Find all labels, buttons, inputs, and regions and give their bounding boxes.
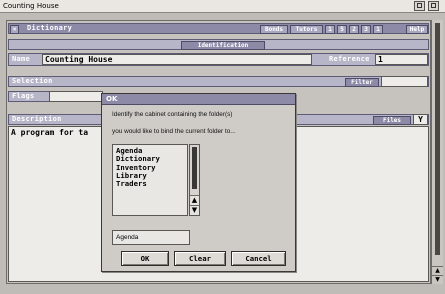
help-button[interactable]: Help xyxy=(406,25,428,34)
cabinet-entry-field[interactable]: Agenda xyxy=(112,230,190,245)
vertical-scrollbar[interactable]: ▲ ▼ xyxy=(431,20,443,284)
selection-label: Selection xyxy=(12,77,53,85)
scroll-thumb[interactable] xyxy=(435,23,440,255)
name-row: Name Counting House Reference 1 xyxy=(8,53,429,66)
reference-field[interactable]: 1 xyxy=(375,54,428,65)
zoom-icon xyxy=(417,3,422,8)
list-item[interactable]: Traders xyxy=(116,179,160,188)
tutors-button[interactable]: Tutors xyxy=(290,25,323,34)
toolbar: × Dictionary Bonds Tutors 1 5 2 3 1 Help xyxy=(8,23,429,34)
page-button-3[interactable]: 2 xyxy=(349,25,359,34)
clear-button[interactable]: Clear xyxy=(174,251,226,266)
page-button-1[interactable]: 1 xyxy=(325,25,335,34)
list-scroll-up-icon[interactable]: ▲ xyxy=(190,195,199,205)
dialog-title: OK xyxy=(106,95,118,103)
depth-button[interactable] xyxy=(428,1,439,11)
close-icon: × xyxy=(12,26,17,33)
zoom-button[interactable] xyxy=(414,1,425,11)
description-label: Description xyxy=(12,115,62,123)
flags-label: Flags xyxy=(12,92,35,100)
scroll-down-icon[interactable]: ▼ xyxy=(432,275,443,284)
cabinet-list[interactable]: Agenda Dictionary Inventory Library Trad… xyxy=(112,144,188,216)
files-button[interactable]: Files xyxy=(373,116,411,125)
list-scroll-down-icon[interactable]: ▼ xyxy=(190,205,199,215)
dictionary-label[interactable]: Dictionary xyxy=(27,24,72,32)
flags-row: Flags xyxy=(8,91,103,102)
bonds-button[interactable]: Bonds xyxy=(260,25,288,34)
filter-field[interactable] xyxy=(381,76,428,87)
dialog-title-bar[interactable]: OK xyxy=(102,94,295,105)
title-bar: Counting House xyxy=(0,0,445,13)
page-button-5[interactable]: 1 xyxy=(373,25,383,34)
page-button-2[interactable]: 5 xyxy=(337,25,347,34)
identification-header: Identification xyxy=(181,41,265,50)
depth-icon xyxy=(431,3,436,8)
name-label: Name xyxy=(12,55,31,63)
cabinet-list-scrollbar[interactable]: ▲ ▼ xyxy=(189,144,200,216)
files-field[interactable]: Y xyxy=(413,114,428,125)
dialog-message-line1: Identify the cabinet containing the fold… xyxy=(112,111,233,118)
selection-row: Selection Filter xyxy=(8,76,429,87)
window-title: Counting House xyxy=(3,2,59,10)
name-field[interactable]: Counting House xyxy=(42,54,312,65)
page-button-4[interactable]: 3 xyxy=(361,25,371,34)
cancel-button[interactable]: Cancel xyxy=(231,251,286,266)
scroll-up-icon[interactable]: ▲ xyxy=(432,266,443,275)
bind-folder-dialog: OK Identify the cabinet containing the f… xyxy=(101,93,296,272)
identification-row: Identification xyxy=(8,39,429,50)
filter-button[interactable]: Filter xyxy=(345,78,379,87)
flags-field[interactable] xyxy=(49,91,103,102)
reference-label: Reference xyxy=(329,55,370,63)
ok-button[interactable]: OK xyxy=(121,251,169,266)
description-text: A program for ta xyxy=(11,128,89,137)
screen: Counting House × Dictionary Bonds Tutors… xyxy=(0,0,445,294)
dialog-message-line2: you would like to bind the current folde… xyxy=(112,128,236,135)
list-scroll-thumb[interactable] xyxy=(192,147,197,189)
close-button[interactable]: × xyxy=(10,25,19,34)
